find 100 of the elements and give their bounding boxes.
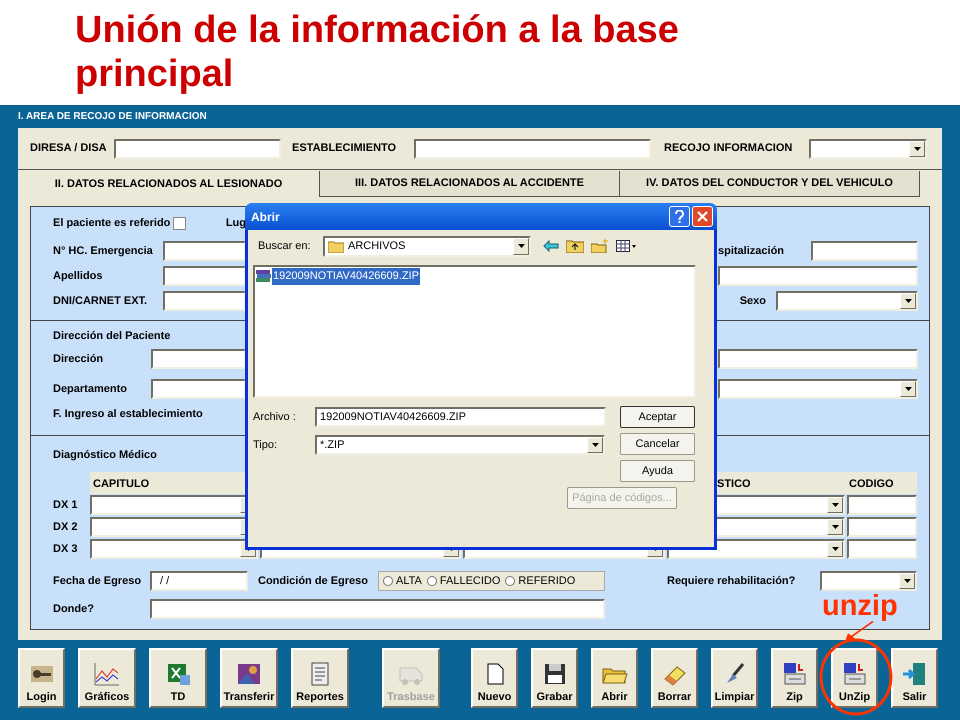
help-icon <box>675 210 684 223</box>
toolbar-button[interactable]: Nuevo <box>471 648 518 708</box>
section-title: I. AREA DE RECOJO DE INFORMACION <box>18 110 207 124</box>
tab[interactable]: IV. DATOS DEL CONDUCTOR Y DEL VEHICULO <box>620 171 920 197</box>
input-field[interactable] <box>163 291 246 311</box>
field-label: Sexo <box>740 294 766 309</box>
field-label: Buscar en: <box>257 238 312 254</box>
archive-icon <box>256 269 272 284</box>
dropdown-button[interactable] <box>900 381 916 397</box>
field-label: Dirección del Paciente <box>53 328 170 344</box>
input-field[interactable] <box>151 379 246 399</box>
field-label: DNI/CARNET EXT. <box>53 294 148 309</box>
input-field[interactable] <box>150 599 605 619</box>
line-chart-icon <box>93 661 121 687</box>
dropdown-button[interactable] <box>513 238 529 254</box>
input-field[interactable] <box>114 138 281 158</box>
dialog-button[interactable]: Cancelar <box>620 433 695 455</box>
field-label: DX 3 <box>53 542 78 557</box>
radio-option[interactable]: ALTA <box>383 572 422 590</box>
tab[interactable]: III. DATOS RELACIONADOS AL ACCIDENTE <box>320 171 620 197</box>
field-label: spitalización <box>718 244 786 259</box>
dropdown-button[interactable] <box>587 437 603 453</box>
toolbar-button[interactable]: Zip <box>771 648 818 708</box>
field-label: Departamento <box>53 382 128 397</box>
dropdown-button[interactable] <box>900 293 916 309</box>
dropdown-field[interactable] <box>820 571 917 591</box>
input-field[interactable] <box>811 241 918 261</box>
toolbar-button[interactable]: UnZip <box>831 648 878 708</box>
toolbar-button[interactable]: Salir <box>891 648 938 708</box>
dropdown-button[interactable] <box>827 541 843 557</box>
dropdown-field[interactable] <box>718 379 918 399</box>
input-field[interactable] <box>847 517 917 537</box>
dropdown-button[interactable] <box>827 497 843 513</box>
input-field[interactable]: / / <box>150 571 248 591</box>
input-field[interactable] <box>718 349 918 369</box>
toolbar-button[interactable]: Borrar <box>651 648 698 708</box>
toolbar-button[interactable]: Login <box>18 648 65 708</box>
input-field[interactable] <box>847 539 917 559</box>
caret-icon <box>832 525 838 529</box>
caret-icon <box>904 387 912 391</box>
new-folder-icon[interactable] <box>591 239 609 253</box>
field-label: Requiere rehabilitación? <box>667 574 796 589</box>
input-field[interactable] <box>151 349 246 369</box>
caret-icon <box>904 579 910 583</box>
toolbar-button[interactable]: Limpiar <box>711 648 758 708</box>
field-label: F. Ingreso al establecimiento <box>53 406 203 422</box>
input-field[interactable] <box>163 266 246 286</box>
toolbar-button[interactable]: Grabar <box>531 648 578 708</box>
dropdown-field[interactable] <box>90 539 258 559</box>
dropdown-button[interactable] <box>827 519 843 535</box>
field-label: N° HC. Emergencia <box>53 244 154 259</box>
slide-title: Unión de la información a la base principal <box>75 8 680 96</box>
caret-icon <box>518 244 524 248</box>
field-label: DX 1 <box>53 498 78 513</box>
field-label: Dirección <box>53 352 104 367</box>
field-label: Apellidos <box>53 268 104 284</box>
field-label: DIRESA / DISA <box>30 141 108 156</box>
folder-icon <box>328 240 344 252</box>
toolbar-button[interactable]: TD <box>149 648 207 708</box>
checkbox[interactable] <box>173 216 186 230</box>
dropdown-button[interactable] <box>899 573 915 589</box>
folder-up-icon[interactable] <box>566 239 584 253</box>
field-label: Tipo: <box>253 438 278 453</box>
input-field[interactable] <box>163 241 246 261</box>
dialog-title: Abrir <box>251 208 281 226</box>
look-in-dropdown[interactable]: ARCHIVOS <box>323 236 531 256</box>
dropdown-field[interactable]: *.ZIP <box>315 435 605 455</box>
field-label: CAPITULO <box>93 478 150 490</box>
field-label: CODIGO <box>849 478 894 490</box>
caret-icon <box>904 299 912 303</box>
field-label: Archivo : <box>253 410 297 425</box>
field-label: Donde? <box>53 602 95 617</box>
toolbar-button[interactable]: Reportes <box>291 648 349 708</box>
help-button[interactable] <box>669 206 690 227</box>
field-label: Lug <box>226 216 246 231</box>
radio-option[interactable]: REFERIDO <box>505 572 576 590</box>
field-label: Fecha de Egreso <box>53 574 142 589</box>
close-button[interactable] <box>692 206 713 227</box>
view-menu-icon[interactable] <box>616 240 636 252</box>
field-label: Diagnóstico Médico <box>53 448 157 463</box>
dropdown-field[interactable] <box>776 291 918 311</box>
caret-icon <box>832 547 838 551</box>
radio-option[interactable]: FALLECIDO <box>426 572 500 590</box>
field-label: Condición de Egreso <box>258 574 370 589</box>
file-name-field[interactable]: 192009NOTIAV40426609.ZIP <box>315 407 606 427</box>
toolbar-button[interactable]: Gráficos <box>78 648 136 708</box>
dialog-button[interactable]: Aceptar <box>620 406 695 428</box>
input-field[interactable] <box>847 495 917 515</box>
toolbar-button[interactable]: Transferir <box>220 648 278 708</box>
annotation-text: unzip <box>822 592 898 620</box>
toolbar-button[interactable]: Abrir <box>591 648 638 708</box>
field-label: El paciente es referido <box>53 216 170 231</box>
dialog-button[interactable]: Ayuda <box>620 460 695 482</box>
back-arrow-icon[interactable] <box>543 240 559 252</box>
dropdown-button[interactable] <box>909 140 925 156</box>
dropdown-field[interactable] <box>809 138 927 158</box>
input-field[interactable] <box>718 266 918 286</box>
caret-icon <box>914 146 920 150</box>
input-field[interactable] <box>414 138 651 158</box>
close-icon <box>697 211 708 222</box>
